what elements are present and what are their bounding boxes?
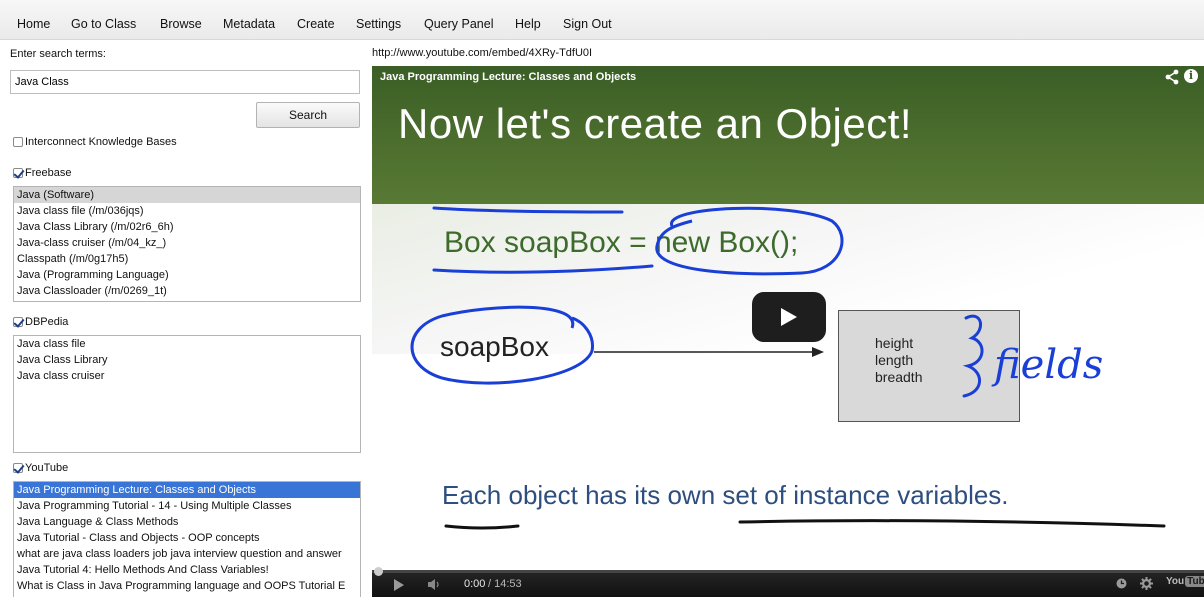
video-url: http://www.youtube.com/embed/4XRy-TdfU0I (372, 47, 593, 59)
list-item[interactable]: Java Tutorial - Class and Objects - OOP … (14, 530, 360, 546)
menu-sign-out[interactable]: Sign Out (563, 17, 612, 31)
video-player[interactable]: Java Programming Lecture: Classes and Ob… (372, 66, 1204, 597)
top-menu-bar: Home Go to Class Browse Metadata Create … (0, 0, 1204, 40)
menu-create[interactable]: Create (297, 17, 335, 31)
volume-icon[interactable] (428, 579, 442, 590)
svg-text:fields: fields (991, 342, 1103, 388)
search-input[interactable] (10, 70, 360, 94)
freebase-checkbox[interactable] (13, 168, 23, 178)
video-controls-bar: 0:00 / 14:53 YouTube (372, 567, 1204, 597)
list-item[interactable]: Java Programming Tutorial - 14 - Using M… (14, 498, 360, 514)
youtube-checkbox-row[interactable]: YouTube (13, 462, 68, 474)
list-item[interactable]: Java-class cruiser (/m/04_kz_) (14, 235, 360, 251)
list-item[interactable]: Java Programming Lecture: Classes and Ob… (14, 482, 360, 498)
list-item[interactable]: Classpath (/m/0g17h5) (14, 251, 360, 267)
freebase-checkbox-row[interactable]: Freebase (13, 167, 71, 179)
interconnect-checkbox[interactable] (13, 137, 23, 147)
menu-home[interactable]: Home (17, 17, 50, 31)
youtube-checkbox[interactable] (13, 463, 23, 473)
interconnect-label: Interconnect Knowledge Bases (25, 136, 177, 148)
list-item[interactable]: Java class cruiser (14, 368, 360, 384)
menu-query-panel[interactable]: Query Panel (424, 17, 493, 31)
list-item[interactable]: Java (Software) (14, 187, 360, 203)
menu-go-to-class[interactable]: Go to Class (71, 17, 136, 31)
list-item[interactable]: Java Classloader (/m/0269_1t) (14, 283, 360, 299)
settings-gear-icon[interactable] (1140, 577, 1153, 590)
menu-help[interactable]: Help (515, 17, 541, 31)
dbpedia-checkbox[interactable] (13, 317, 23, 327)
large-play-button[interactable] (752, 292, 826, 342)
dbpedia-label: DBPedia (25, 316, 69, 328)
youtube-label: YouTube (25, 462, 69, 474)
progress-knob[interactable] (374, 567, 383, 576)
list-item[interactable]: Java class file (/m/036jqs) (14, 203, 360, 219)
list-item[interactable]: Java class file (14, 336, 360, 352)
menu-settings[interactable]: Settings (356, 17, 401, 31)
youtube-logo[interactable]: YouTube (1166, 576, 1204, 587)
youtube-results-list[interactable]: Java Programming Lecture: Classes and Ob… (13, 481, 361, 597)
time-total: / 14:53 (488, 578, 522, 590)
search-label: Enter search terms: (10, 48, 106, 60)
interconnect-checkbox-row[interactable]: Interconnect Knowledge Bases (13, 136, 177, 148)
play-icon[interactable] (394, 579, 404, 591)
time-current: 0:00 (464, 578, 486, 590)
search-button[interactable]: Search (256, 102, 360, 128)
menu-browse[interactable]: Browse (160, 17, 202, 31)
search-panel: Enter search terms: Search Interconnect … (0, 40, 372, 597)
list-item[interactable]: Java Class Library (/m/02r6_6h) (14, 219, 360, 235)
menu-metadata[interactable]: Metadata (223, 17, 275, 31)
dbpedia-checkbox-row[interactable]: DBPedia (13, 316, 68, 328)
list-item[interactable]: what are java class loaders job java int… (14, 546, 360, 562)
dbpedia-results-list[interactable]: Java class file Java Class Library Java … (13, 335, 361, 453)
freebase-label: Freebase (25, 167, 72, 179)
youtube-logo-you: You (1166, 576, 1185, 587)
progress-bar[interactable] (372, 567, 1204, 576)
youtube-logo-tube: Tube (1185, 576, 1204, 587)
freebase-results-list[interactable]: Java (Software) Java class file (/m/036j… (13, 186, 361, 302)
list-item[interactable]: Java Tutorial 4: Hello Methods And Class… (14, 562, 360, 578)
watch-later-icon[interactable] (1116, 578, 1127, 589)
list-item[interactable]: What is Class in Java Programming langua… (14, 578, 360, 594)
list-item[interactable]: Java Class Library (14, 352, 360, 368)
list-item[interactable]: Java Language & Class Methods (14, 514, 360, 530)
list-item[interactable]: Java (Programming Language) (14, 267, 360, 283)
